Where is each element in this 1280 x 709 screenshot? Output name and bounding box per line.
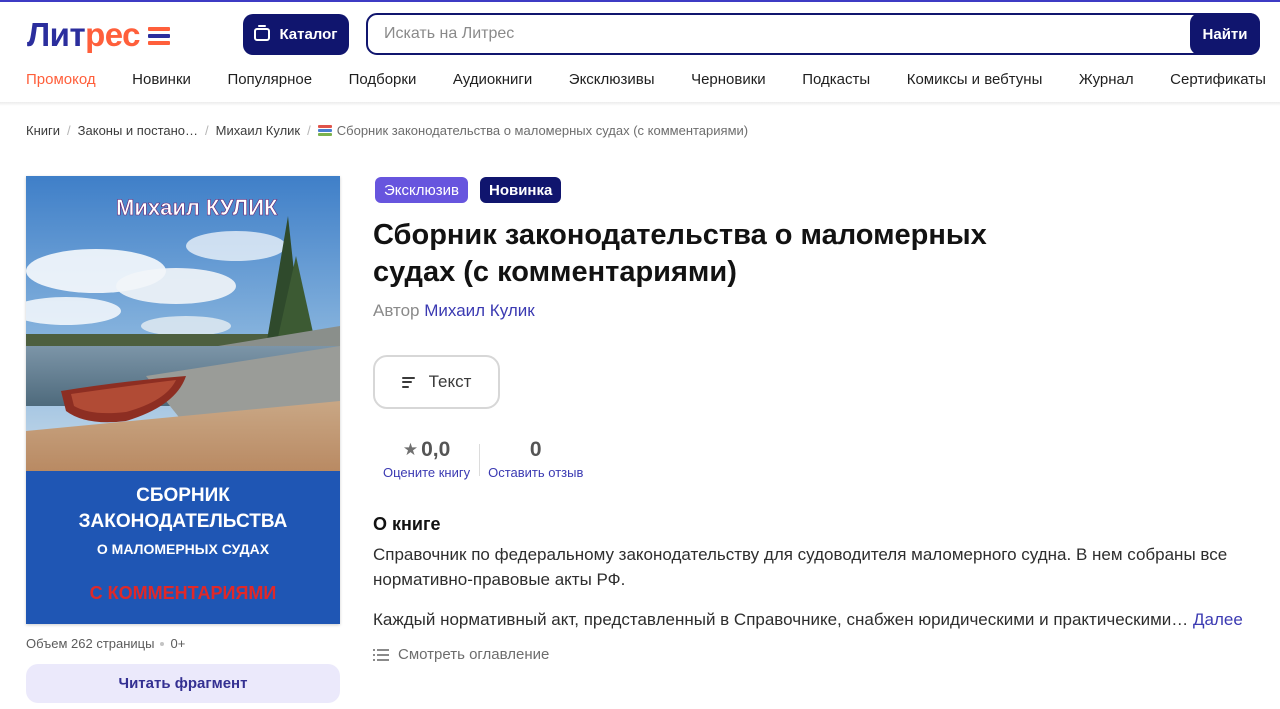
rating-score: ★ 0,0 Оцените книгу bbox=[383, 437, 470, 480]
breadcrumb-separator: / bbox=[307, 123, 311, 138]
author-link[interactable]: Михаил Кулик bbox=[424, 301, 534, 320]
list-icon bbox=[373, 648, 389, 661]
nav-collections[interactable]: Подборки bbox=[349, 71, 417, 91]
breadcrumb-current: Сборник законодательства о маломерных су… bbox=[317, 123, 749, 138]
book-volume: Объем 262 страницы 0+ bbox=[26, 636, 185, 651]
star-icon: ★ bbox=[402, 440, 419, 459]
nav-certificates[interactable]: Сертификаты bbox=[1170, 71, 1266, 91]
badge-exclusive[interactable]: Эксклюзив bbox=[375, 177, 468, 203]
volume-text: Объем 262 страницы bbox=[26, 636, 155, 651]
breadcrumb-author[interactable]: Михаил Кулик bbox=[216, 123, 300, 138]
book-author: Автор Михаил Кулик bbox=[373, 301, 535, 321]
author-label: Автор bbox=[373, 301, 420, 320]
cover-title-line4: С КОММЕНТАРИЯМИ bbox=[90, 583, 277, 603]
nav-audiobooks[interactable]: Аудиокниги bbox=[453, 71, 532, 91]
breadcrumb-current-label: Сборник законодательства о маломерных су… bbox=[336, 123, 749, 138]
books-icon bbox=[317, 124, 332, 137]
book-cover[interactable]: Михаил КУЛИК СБОРНИК ЗАКОНОДАТЕЛЬСТВА О … bbox=[26, 176, 340, 624]
rate-book-link[interactable]: Оцените книгу bbox=[383, 465, 470, 480]
toc-label: Смотреть оглавление bbox=[398, 646, 550, 663]
header-divider bbox=[0, 102, 1280, 106]
search-bar: Найти bbox=[366, 13, 1260, 55]
rating-value: ★ 0,0 bbox=[403, 437, 450, 463]
about-paragraph-2-text: Каждый нормативный акт, представленный в… bbox=[373, 610, 1189, 629]
book-title: Сборник законодательства о маломерных су… bbox=[373, 219, 987, 288]
main-nav: Промокод Новинки Популярное Подборки Ауд… bbox=[26, 71, 1266, 91]
nav-exclusives[interactable]: Эксклюзивы bbox=[569, 71, 655, 91]
litres-logo[interactable]: Литрес bbox=[27, 14, 171, 54]
nav-comics[interactable]: Комиксы и вебтуны bbox=[907, 71, 1043, 91]
text-lines-icon bbox=[401, 376, 415, 388]
read-more-link[interactable]: Далее bbox=[1193, 610, 1243, 629]
badge-new: Новинка bbox=[479, 177, 562, 203]
nav-drafts[interactable]: Черновики bbox=[691, 71, 766, 91]
search-input[interactable] bbox=[368, 15, 1258, 53]
cover-title-line1: СБОРНИК bbox=[136, 485, 230, 506]
cover-title-line2: ЗАКОНОДАТЕЛЬСТВА bbox=[79, 511, 288, 532]
logo-mark-icon bbox=[148, 26, 171, 45]
about-paragraph-1: Справочник по федеральному законодательс… bbox=[373, 545, 1228, 589]
table-of-contents-link[interactable]: Смотреть оглавление bbox=[373, 646, 549, 663]
volume-separator bbox=[160, 641, 165, 646]
cover-author-text: Михаил КУЛИК bbox=[116, 195, 278, 220]
read-fragment-button[interactable]: Читать фрагмент bbox=[26, 664, 340, 703]
reviews-count: 0 bbox=[529, 438, 542, 461]
catalog-icon bbox=[254, 25, 271, 41]
rating-reviews: 0 Оставить отзыв bbox=[488, 437, 583, 480]
catalog-label: Каталог bbox=[279, 26, 338, 43]
breadcrumb: Книги / Законы и постано… / Михаил Кулик… bbox=[26, 123, 748, 138]
nav-popular[interactable]: Популярное bbox=[227, 71, 312, 91]
breadcrumb-laws[interactable]: Законы и постано… bbox=[78, 123, 198, 138]
ratings-block: ★ 0,0 Оцените книгу 0 Оставить отзыв bbox=[383, 437, 583, 480]
catalog-button[interactable]: Каталог bbox=[243, 14, 349, 55]
rating-score-value: 0,0 bbox=[421, 438, 451, 461]
format-label: Текст bbox=[428, 372, 472, 391]
nav-new[interactable]: Новинки bbox=[132, 71, 191, 91]
breadcrumb-separator: / bbox=[67, 123, 71, 138]
breadcrumb-separator: / bbox=[205, 123, 209, 138]
nav-podcasts[interactable]: Подкасты bbox=[802, 71, 870, 91]
rating-divider bbox=[479, 444, 481, 476]
leave-review-link[interactable]: Оставить отзыв bbox=[488, 465, 583, 480]
logo-text: Литрес bbox=[27, 15, 141, 53]
search-button[interactable]: Найти bbox=[1190, 13, 1260, 55]
badges: Эксклюзив Новинка bbox=[375, 177, 562, 203]
format-text-button[interactable]: Текст bbox=[373, 355, 500, 409]
cover-title-line3: О МАЛОМЕРНЫХ СУДАХ bbox=[97, 541, 270, 557]
nav-promo[interactable]: Промокод bbox=[26, 71, 96, 91]
nav-journal[interactable]: Журнал bbox=[1079, 71, 1134, 91]
top-accent-line bbox=[0, 0, 1280, 2]
about-heading: О книге bbox=[373, 514, 441, 534]
age-rating: 0+ bbox=[170, 636, 186, 651]
breadcrumb-books[interactable]: Книги bbox=[26, 123, 60, 138]
about-paragraph-2: Каждый нормативный акт, представленный в… bbox=[373, 608, 1273, 632]
